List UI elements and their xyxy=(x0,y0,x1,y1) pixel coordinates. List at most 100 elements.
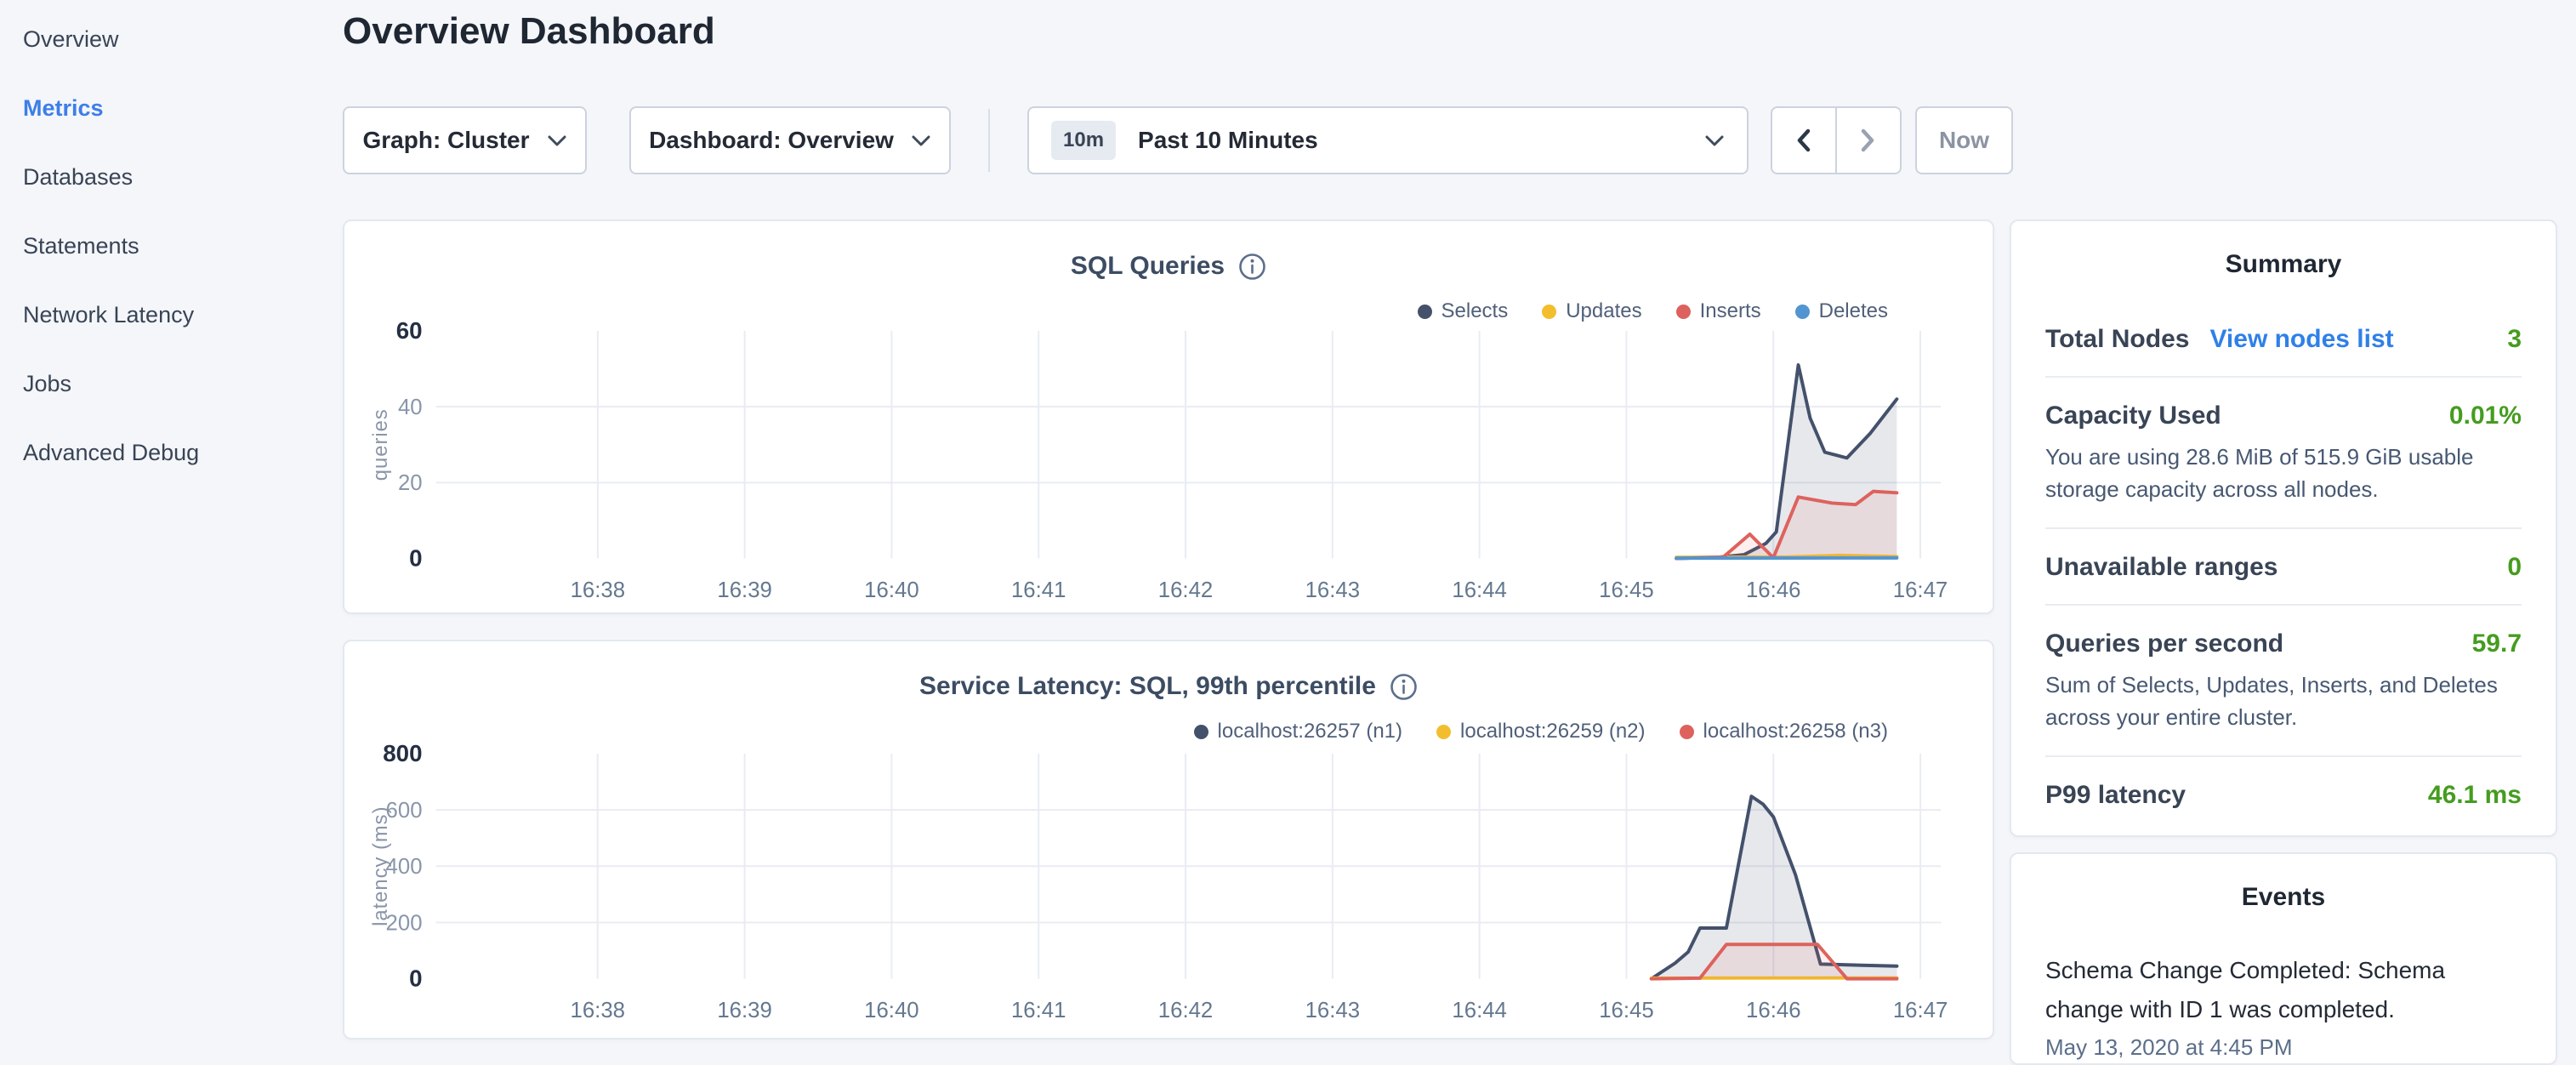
summary-value: 0.01% xyxy=(2449,402,2522,430)
svg-text:16:43: 16:43 xyxy=(1305,999,1360,1022)
summary-title: Summary xyxy=(2011,250,2556,279)
time-now-button[interactable]: Now xyxy=(1915,106,2013,174)
svg-text:16:42: 16:42 xyxy=(1158,578,1213,602)
svg-text:latency (ms): latency (ms) xyxy=(369,806,392,926)
legend-dot xyxy=(1418,305,1432,319)
graph-dropdown-label: Graph: Cluster xyxy=(362,127,529,154)
summary-value: 0 xyxy=(2507,553,2522,582)
svg-text:16:40: 16:40 xyxy=(864,578,918,602)
info-icon[interactable] xyxy=(1390,673,1418,701)
summary-row-total-nodes: Total Nodes View nodes list 3 xyxy=(2045,301,2522,376)
svg-text:16:46: 16:46 xyxy=(1746,578,1800,602)
legend-item: localhost:26257 (n1) xyxy=(1194,720,1402,743)
summary-row-capacity-used: Capacity Used 0.01% You are using 28.6 M… xyxy=(2045,376,2522,527)
chevron-left-icon xyxy=(1794,128,1813,153)
svg-text:16:41: 16:41 xyxy=(1011,999,1066,1022)
legend-dot xyxy=(1676,305,1691,319)
chevron-right-icon xyxy=(1858,128,1877,153)
svg-text:16:47: 16:47 xyxy=(1893,578,1948,602)
legend-item: Updates xyxy=(1542,299,1641,323)
dashboard-dropdown[interactable]: Dashboard: Overview xyxy=(629,106,951,174)
svg-text:800: 800 xyxy=(383,740,422,766)
legend-item: localhost:26258 (n3) xyxy=(1680,720,1888,743)
chevron-down-icon xyxy=(1704,134,1725,147)
page-title: Overview Dashboard xyxy=(343,10,715,53)
chevron-down-icon xyxy=(911,134,931,147)
sidebar-item-statements[interactable]: Statements xyxy=(0,212,343,281)
chart-title: Service Latency: SQL, 99th percentile xyxy=(919,672,1376,701)
time-prev-button[interactable] xyxy=(1771,106,1837,174)
legend-dot xyxy=(1436,725,1451,739)
graph-dropdown[interactable]: Graph: Cluster xyxy=(343,106,587,174)
sidebar-item-metrics[interactable]: Metrics xyxy=(0,74,343,143)
summary-label: Capacity Used xyxy=(2045,402,2221,430)
time-range-badge: 10m xyxy=(1051,121,1116,160)
events-panel: Events Schema Change Completed: Schema c… xyxy=(2010,852,2557,1065)
summary-label: Unavailable ranges xyxy=(2045,553,2277,582)
chevron-down-icon xyxy=(547,134,567,147)
svg-text:16:47: 16:47 xyxy=(1893,999,1948,1022)
legend-dot xyxy=(1542,305,1556,319)
sidebar-item-network-latency[interactable]: Network Latency xyxy=(0,281,343,350)
chart-legend: Selects Updates Inserts Deletes xyxy=(1418,299,1889,323)
summary-row-p99-latency: P99 latency 46.1 ms xyxy=(2045,755,2522,832)
svg-text:16:43: 16:43 xyxy=(1305,578,1360,602)
legend-item: Inserts xyxy=(1676,299,1761,323)
legend-item: localhost:26259 (n2) xyxy=(1436,720,1645,743)
legend-item: Selects xyxy=(1418,299,1509,323)
summary-row-queries-per-second: Queries per second 59.7 Sum of Selects, … xyxy=(2045,604,2522,755)
legend-label: localhost:26258 (n3) xyxy=(1703,720,1888,743)
svg-text:60: 60 xyxy=(396,317,423,344)
svg-text:16:39: 16:39 xyxy=(717,578,771,602)
svg-text:16:38: 16:38 xyxy=(571,578,625,602)
legend-dot xyxy=(1795,305,1810,319)
sidebar-item-advanced-debug[interactable]: Advanced Debug xyxy=(0,419,343,487)
legend-label: Updates xyxy=(1566,299,1641,323)
svg-text:0: 0 xyxy=(409,544,422,571)
chart-title: SQL Queries xyxy=(1071,252,1225,281)
view-nodes-list-link[interactable]: View nodes list xyxy=(2209,325,2393,354)
sql-queries-chart-card: SQL Queries Selects Updates Inserts Dele… xyxy=(343,219,1994,614)
sidebar-item-jobs[interactable]: Jobs xyxy=(0,350,343,419)
legend-label: Selects xyxy=(1442,299,1509,323)
toolbar-divider xyxy=(988,109,990,172)
legend-label: localhost:26257 (n1) xyxy=(1218,720,1402,743)
legend-dot xyxy=(1680,725,1694,739)
svg-text:16:41: 16:41 xyxy=(1011,578,1066,602)
dashboard-dropdown-label: Dashboard: Overview xyxy=(649,127,894,154)
svg-text:40: 40 xyxy=(398,396,423,419)
svg-text:16:38: 16:38 xyxy=(571,999,625,1022)
event-timestamp: May 13, 2020 at 4:45 PM xyxy=(2011,1034,2556,1061)
legend-label: Deletes xyxy=(1819,299,1888,323)
events-title: Events xyxy=(2011,883,2556,912)
sidebar-item-overview[interactable]: Overview xyxy=(0,5,343,74)
svg-text:16:44: 16:44 xyxy=(1452,999,1506,1022)
svg-text:16:46: 16:46 xyxy=(1746,999,1800,1022)
svg-text:16:45: 16:45 xyxy=(1599,578,1653,602)
svg-text:16:42: 16:42 xyxy=(1158,999,1213,1022)
summary-panel: Summary Total Nodes View nodes list 3 Ca… xyxy=(2010,219,2557,837)
info-icon[interactable] xyxy=(1238,253,1266,281)
svg-text:16:45: 16:45 xyxy=(1599,999,1653,1022)
time-range-label: Past 10 Minutes xyxy=(1138,127,1318,154)
summary-label: P99 latency xyxy=(2045,781,2186,810)
time-range-dropdown[interactable]: 10m Past 10 Minutes xyxy=(1027,106,1749,174)
summary-row-unavailable-ranges: Unavailable ranges 0 xyxy=(2045,527,2522,604)
svg-text:20: 20 xyxy=(398,471,423,495)
legend-item: Deletes xyxy=(1795,299,1888,323)
legend-label: Inserts xyxy=(1700,299,1761,323)
summary-value: 46.1 ms xyxy=(2428,781,2522,810)
svg-text:0: 0 xyxy=(409,965,422,992)
summary-value: 59.7 xyxy=(2472,629,2522,658)
service-latency-chart-card: Service Latency: SQL, 99th percentile lo… xyxy=(343,640,1994,1039)
summary-label: Total Nodes xyxy=(2045,325,2189,354)
summary-label: Queries per second xyxy=(2045,629,2283,658)
svg-text:16:39: 16:39 xyxy=(717,999,771,1022)
svg-text:16:44: 16:44 xyxy=(1452,578,1506,602)
legend-label: localhost:26259 (n2) xyxy=(1460,720,1645,743)
time-next-button[interactable] xyxy=(1835,106,1902,174)
summary-value: 3 xyxy=(2507,325,2522,354)
sidebar-item-databases[interactable]: Databases xyxy=(0,143,343,212)
legend-dot xyxy=(1194,725,1208,739)
svg-text:16:40: 16:40 xyxy=(864,999,918,1022)
